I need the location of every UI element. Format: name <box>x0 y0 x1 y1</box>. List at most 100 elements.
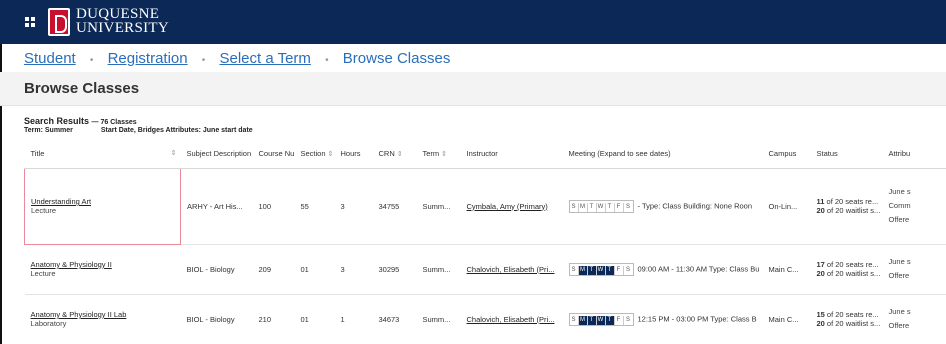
day-indicator: T <box>588 202 597 212</box>
column-header-hours[interactable]: Hours <box>334 140 373 169</box>
cell-course-number: 210 <box>252 294 295 344</box>
meeting-days: SMTWTFS <box>568 312 634 326</box>
cell-meeting[interactable]: SMTWTFS- Type: Class Building: None Roon <box>562 168 763 245</box>
cell-section: 01 <box>294 294 335 344</box>
day-indicator: S <box>625 203 630 210</box>
course-type: Lecture <box>30 269 56 278</box>
column-header-title[interactable]: Title ⇕ <box>24 140 181 169</box>
cell-attributes: June s Offere <box>882 294 946 344</box>
cell-term: Summ... <box>416 168 461 245</box>
column-header-course[interactable]: Course Nu <box>252 140 295 169</box>
page-title: Browse Classes <box>24 80 140 97</box>
cell-term: Summ... <box>416 294 461 344</box>
top-navigation-bar: DUQUESNE UNIVERSITY <box>0 0 946 44</box>
course-title-link[interactable]: Anatomy & Physiology II Lab <box>31 310 175 319</box>
column-header-term[interactable]: Term ⇕ <box>416 140 461 169</box>
table-row[interactable]: Anatomy & Physiology II Lab Laboratory BIO… <box>24 294 946 344</box>
day-indicator: S <box>570 202 579 212</box>
column-header-meeting[interactable]: Meeting (Expand to see dates) <box>562 140 763 169</box>
course-title-link[interactable]: Understanding Art <box>31 197 174 206</box>
column-header-crn[interactable]: CRN ⇕ <box>372 140 417 169</box>
cell-title: Understanding Art Lecture <box>24 167 181 245</box>
sort-icon[interactable]: ⇕ <box>171 149 177 157</box>
day-indicator: W <box>597 202 606 212</box>
cell-section: 55 <box>294 168 335 245</box>
university-logo-text[interactable]: DUQUESNE UNIVERSITY <box>76 7 169 36</box>
breadcrumb-separator: • <box>325 55 329 66</box>
waitlist-count: 20 <box>816 319 825 328</box>
cell-instructor: Chalovich, Elisabeth (Pri... <box>460 244 563 295</box>
column-header-campus[interactable]: Campus <box>762 140 811 169</box>
table-row[interactable]: Anatomy & Physiology II Lecture BIOL - Bio… <box>24 244 946 295</box>
waitlist-count: 20 <box>816 206 825 215</box>
cell-meeting[interactable]: S M T W T F S 12:15 PM - 03:00 PM Type: Class B <box>562 294 763 344</box>
cell-status: 17 of 20 seats re... 20 of 20 waitlist s.… <box>810 244 883 295</box>
cell-campus: On-Lin... <box>762 168 811 245</box>
breadcrumb: Student • Registration • Select a Term •… <box>24 50 450 67</box>
cell-hours: 3 <box>334 244 373 295</box>
instructor-link[interactable]: Cymbala, Amy (Primary) <box>467 202 548 211</box>
meeting-details: 09:00 AM - 11:30 AM Type: Class Bu <box>637 263 760 273</box>
cell-meeting[interactable]: S M T W T F S 09:00 AM - 11:30 AM Type: Class B… <box>562 244 763 295</box>
search-results-summary: Search Results — 76 Classes Term: Summer… <box>24 116 279 134</box>
cell-section: 01 <box>294 244 335 295</box>
cell-campus: Main C... <box>762 294 811 344</box>
column-header-attributes[interactable]: Attribu <box>882 140 946 169</box>
breadcrumb-registration[interactable]: Registration <box>108 50 188 67</box>
breadcrumb-student[interactable]: Student <box>24 50 76 67</box>
cell-crn: 30295 <box>372 244 417 295</box>
instructor-link[interactable]: Chalovich, Elisabeth (Pri... <box>467 315 555 324</box>
cell-subject: BIOL - Biology <box>180 244 253 295</box>
day-indicator: S <box>625 316 630 323</box>
course-type: Lecture <box>31 206 57 215</box>
day-indicator: W <box>596 315 606 325</box>
attribute-item: June s <box>888 187 911 196</box>
meeting-details: 12:15 PM - 03:00 PM Type: Class B <box>637 313 757 323</box>
waitlist-count: 20 <box>816 269 825 278</box>
cell-campus: Main C... <box>762 244 811 295</box>
seats-text: of 20 seats re... <box>824 197 879 206</box>
seats-count: 15 <box>816 310 825 319</box>
day-indicator: T <box>605 315 615 325</box>
cell-status: 11 of 20 seats re... 20 of 20 waitlist s.… <box>810 168 883 245</box>
cell-crn: 34755 <box>372 168 417 245</box>
day-indicator: F <box>615 315 624 325</box>
instructor-link[interactable]: Chalovich, Elisabeth (Pri... <box>467 265 555 274</box>
day-indicator: M <box>578 315 588 325</box>
table-row[interactable]: Understanding Art Lecture ARHY - Art His..… <box>24 167 946 245</box>
course-title-link[interactable]: Anatomy & Physiology II <box>31 260 175 269</box>
cell-title: Anatomy & Physiology II Lab Laboratory <box>24 294 181 344</box>
results-term: Term: Summer <box>24 127 73 134</box>
column-header-subject[interactable]: Subject Description <box>180 140 253 169</box>
column-header-status[interactable]: Status <box>810 140 883 169</box>
day-indicator: F <box>615 202 624 212</box>
attribute-item: June s <box>888 257 911 266</box>
attribute-item: Comm <box>888 201 911 210</box>
day-indicator: S <box>625 266 630 273</box>
sort-icon[interactable]: ⇕ <box>441 151 447 158</box>
day-indicator: W <box>596 265 606 275</box>
apps-grid-icon[interactable] <box>25 17 35 27</box>
meeting-details: - Type: Class Building: None Roon <box>637 200 753 210</box>
cell-attributes: June s Comm Offere <box>882 168 946 245</box>
seats-text: of 20 seats re... <box>824 260 879 269</box>
waitlist-text: of 20 waitlist s... <box>824 319 881 328</box>
cell-course-number: 209 <box>252 244 295 295</box>
meeting-days: SMTWTFS <box>568 262 634 276</box>
day-indicator: T <box>587 265 597 275</box>
course-type: Laboratory <box>30 319 67 328</box>
sort-icon[interactable]: ⇕ <box>328 151 334 158</box>
cell-title: Anatomy & Physiology II Lecture <box>24 244 181 295</box>
breadcrumb-select-term[interactable]: Select a Term <box>219 50 310 67</box>
university-logo-icon <box>48 8 70 36</box>
breadcrumb-current: Browse Classes <box>342 50 451 67</box>
cell-instructor: Cymbala, Amy (Primary) <box>460 168 563 245</box>
seats-text: of 20 seats re... <box>824 310 879 319</box>
day-indicator: T <box>587 315 597 325</box>
attribute-item: Offere <box>888 321 910 330</box>
results-count: — 76 Classes <box>91 119 137 126</box>
column-header-instructor[interactable]: Instructor <box>460 140 563 169</box>
day-indicator: M <box>579 202 588 212</box>
sort-icon[interactable]: ⇕ <box>397 151 403 158</box>
column-header-section[interactable]: Section ⇕ <box>294 140 335 169</box>
